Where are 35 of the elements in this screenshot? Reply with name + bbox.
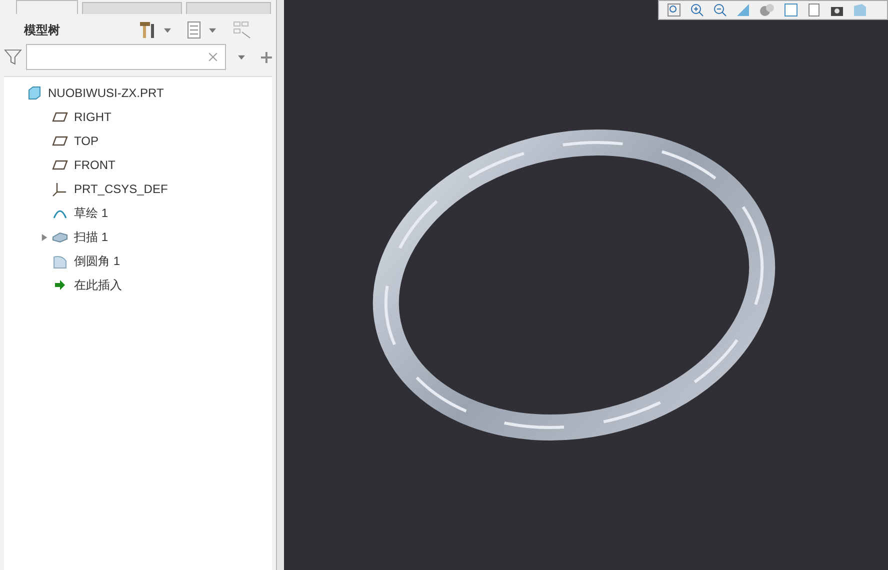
spheres-icon[interactable]: [759, 3, 775, 17]
box-icon[interactable]: [784, 3, 798, 17]
zoom-fit-icon[interactable]: [667, 3, 681, 17]
caret-icon[interactable]: [164, 28, 171, 32]
tools-icon[interactable]: [138, 20, 156, 40]
tree-item-label[interactable]: TOP: [74, 132, 98, 150]
repaint-icon[interactable]: [736, 3, 750, 17]
search-field[interactable]: [26, 44, 226, 70]
list-icon[interactable]: [187, 21, 201, 39]
tree-item-label[interactable]: FRONT: [74, 156, 116, 174]
tree-item-label[interactable]: PRT_CSYS_DEF: [74, 180, 168, 198]
arrow-icon: [54, 279, 66, 291]
panel-title: 模型树: [24, 22, 60, 39]
tree-item-label[interactable]: NUOBIWUSI-ZX.PRT: [48, 84, 164, 102]
tree-item-label[interactable]: 扫描 1: [74, 228, 108, 246]
tree-item-label[interactable]: 在此插入: [74, 276, 122, 294]
tree-item-label[interactable]: RIGHT: [74, 108, 112, 126]
plane-icon: [52, 135, 68, 147]
clear-icon[interactable]: [209, 53, 218, 61]
plane-icon: [52, 159, 68, 171]
cube-icon: [27, 86, 41, 100]
plane-icon: [52, 111, 68, 123]
zoom-in-icon[interactable]: [690, 3, 704, 17]
sweep-icon: [52, 230, 68, 244]
document-icon[interactable]: [807, 3, 821, 17]
tree-item-label[interactable]: 倒圆角 1: [74, 252, 120, 270]
round-icon: [52, 253, 68, 269]
zoom-out-icon[interactable]: [713, 3, 727, 17]
add-icon[interactable]: [261, 52, 272, 62]
axes-icon: [52, 181, 68, 197]
filter-icon[interactable]: [4, 48, 22, 66]
caret-icon[interactable]: [238, 54, 246, 60]
caret-icon[interactable]: [209, 28, 216, 32]
tree-item-label[interactable]: 草绘 1: [74, 204, 108, 222]
expand-arrow-icon[interactable]: [40, 234, 48, 240]
